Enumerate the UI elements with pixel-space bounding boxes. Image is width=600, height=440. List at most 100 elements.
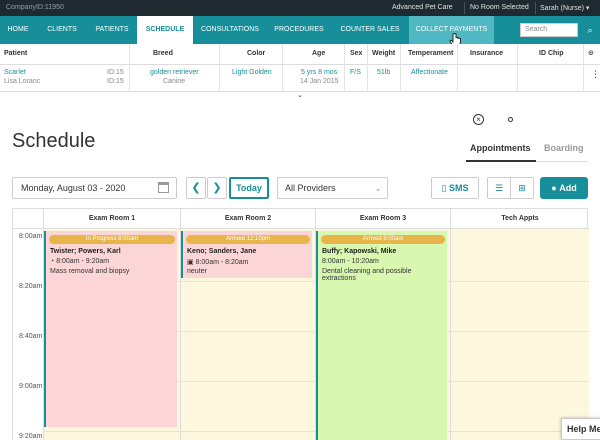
plus-box-icon: ⊞ xyxy=(518,183,526,193)
more-options-icon[interactable]: ⋮ xyxy=(591,69,600,80)
main-nav: HOME CLIENTS PATIENTS SCHEDULE CONSULTAT… xyxy=(0,16,600,44)
nav-procedures[interactable]: PROCEDURES xyxy=(268,16,330,44)
nav-home[interactable]: HOME xyxy=(0,16,36,44)
phone-icon: ▯ xyxy=(441,183,447,193)
calendar-icon[interactable] xyxy=(158,182,169,193)
appointment-time: 8:00am - 9:20am xyxy=(56,258,110,265)
company-id: CompanyID:11950 xyxy=(6,4,64,11)
appointment-card[interactable]: Arrived 12:10pm Keno; Sanders, Jane ▣ 8:… xyxy=(181,231,312,278)
chevron-down-icon: ⌄ xyxy=(374,183,382,193)
user-menu[interactable]: Sarah (Nurse) ▾ xyxy=(540,4,589,12)
appointment-card[interactable]: Arrived 8:00am Buffy; Kapowski, Mike 8:0… xyxy=(316,231,447,440)
col-header-breed: Breed xyxy=(153,50,173,57)
patient-summary-table: Patient Breed Color Age Sex Weight Tempe… xyxy=(0,44,600,92)
col-header-patient: Patient xyxy=(4,50,28,57)
time-column-header xyxy=(13,209,44,229)
appointment-time: 8:00am - 10:20am xyxy=(322,258,379,265)
add-block-button[interactable]: ⊞ xyxy=(510,177,534,199)
tab-boarding[interactable]: Boarding xyxy=(544,143,584,153)
column-header-tech-appts: Tech Appts xyxy=(451,209,589,229)
appointment-card[interactable]: In Progress 8:00am Twister; Powers, Karl… xyxy=(44,231,177,427)
circle-icon[interactable] xyxy=(508,117,513,122)
divider xyxy=(0,64,600,65)
appointment-time: 8:00am - 8:20am xyxy=(195,259,249,266)
search-input[interactable]: Search xyxy=(520,23,578,37)
nav-schedule[interactable]: SCHEDULE xyxy=(137,16,193,44)
room-column[interactable] xyxy=(451,229,589,440)
divider xyxy=(517,44,518,92)
color-value: Light Golden xyxy=(232,69,272,76)
active-tab-indicator xyxy=(466,160,536,162)
sex-value: F/S xyxy=(350,69,361,76)
patient-name-link[interactable]: Scarlet xyxy=(4,69,26,76)
col-header-color: Color xyxy=(247,50,266,57)
time-label: 8:00am xyxy=(19,233,43,240)
column-header-exam-room-2: Exam Room 2 xyxy=(181,209,315,229)
time-label: 9:20am xyxy=(19,433,43,440)
col-header-age: Age xyxy=(312,50,326,57)
chevron-down-icon: ▾ xyxy=(585,5,590,12)
today-button[interactable]: Today xyxy=(229,177,269,199)
provider-select-value: All Providers xyxy=(285,183,336,193)
status-badge: Arrived 8:00am xyxy=(321,235,445,244)
tab-appointments[interactable]: Appointments xyxy=(470,143,531,153)
owner-name: Lisa Loranc xyxy=(4,78,41,85)
appointment-reason: Mass removal and biopsy xyxy=(50,268,130,275)
help-me-button[interactable]: Help Me xyxy=(561,418,600,440)
collapse-icon[interactable]: ⌄ xyxy=(295,92,305,100)
list-icon: ☰ xyxy=(494,183,504,193)
status-badge: Arrived 12:10pm xyxy=(186,235,310,244)
time-label: 8:20am xyxy=(19,283,43,290)
col-header-insurance: Insurance xyxy=(470,50,504,57)
search-icon[interactable]: ⌕ xyxy=(582,23,598,37)
clinic-name[interactable]: Advanced Pet Care xyxy=(392,4,453,11)
divider xyxy=(344,44,345,92)
divider xyxy=(464,2,465,14)
breed-value: golden retriever xyxy=(150,69,199,76)
divider xyxy=(400,44,401,92)
nav-consultations[interactable]: CONSULTATIONS xyxy=(196,16,264,44)
prev-day-button[interactable]: ❮ xyxy=(186,177,206,199)
page-title: Schedule xyxy=(12,130,96,152)
calendar-grid: Exam Room 1 Exam Room 2 Exam Room 3 Tech… xyxy=(12,208,589,440)
top-bar: CompanyID:11950 Advanced Pet Care No Roo… xyxy=(0,0,600,16)
col-header-sex: Sex xyxy=(350,50,363,57)
plus-circle-icon: ● xyxy=(551,183,557,193)
divider xyxy=(367,44,368,92)
nav-clients[interactable]: CLIENTS xyxy=(38,16,86,44)
date-picker-input[interactable]: Monday, August 03 - 2020 xyxy=(12,177,177,199)
col-header-weight: Weight xyxy=(372,50,396,57)
room-selector[interactable]: No Room Selected xyxy=(470,4,529,11)
sms-label: SMS xyxy=(448,183,469,193)
status-badge: In Progress 8:00am xyxy=(49,235,175,244)
nav-counter-sales[interactable]: COUNTER SALES xyxy=(334,16,406,44)
list-view-button[interactable]: ☰ xyxy=(487,177,511,199)
time-label: 8:40am xyxy=(19,333,43,340)
clock-icon: ◔ xyxy=(50,258,55,265)
column-header-exam-room-1: Exam Room 1 xyxy=(44,209,180,229)
appointment-reason: neuter xyxy=(187,268,207,275)
species-value: Canine xyxy=(163,78,186,85)
column-header-exam-room-3: Exam Room 3 xyxy=(316,209,450,229)
age-value: 5 yrs 8 mos xyxy=(301,69,338,76)
owner-id: ID:15 xyxy=(107,78,124,85)
weight-value: 51lb xyxy=(377,69,391,76)
add-button[interactable]: ● Add xyxy=(540,177,588,199)
next-day-button[interactable]: ❯ xyxy=(207,177,227,199)
provider-select[interactable]: All Providers ⌄ xyxy=(277,177,388,199)
close-icon[interactable]: × xyxy=(473,114,484,125)
sms-button[interactable]: ▯ SMS xyxy=(431,177,479,199)
appointment-reason: Dental cleaning and possible extractions xyxy=(322,268,412,282)
divider xyxy=(535,2,536,14)
temperament-value: Affectionate xyxy=(411,69,448,76)
dob-value: 14 Jan 2015 xyxy=(300,78,339,85)
user-name: Sarah (Nurse) xyxy=(540,5,584,12)
nav-patients[interactable]: PATIENTS xyxy=(88,16,136,44)
appointment-patient: Keno; Sanders, Jane xyxy=(187,248,257,255)
settings-icon[interactable]: ⊙ xyxy=(588,44,594,64)
time-label: 9:00am xyxy=(19,383,43,390)
divider xyxy=(450,209,451,440)
add-label: Add xyxy=(559,183,577,193)
divider xyxy=(129,44,130,92)
divider xyxy=(583,44,584,92)
